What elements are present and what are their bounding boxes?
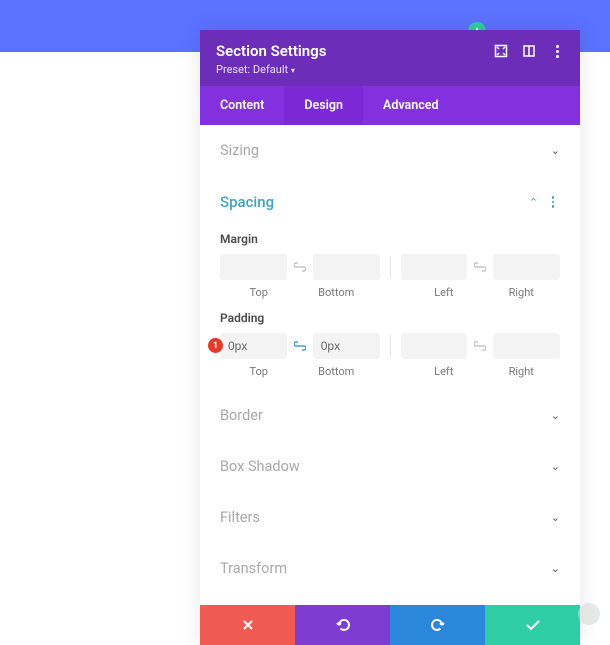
margin-left-input[interactable]	[401, 254, 468, 280]
chevron-up-icon: ⌃	[529, 196, 538, 209]
margin-row	[220, 254, 560, 280]
link-icon-active[interactable]	[291, 341, 309, 351]
divider	[390, 256, 391, 278]
margin-right-input[interactable]	[493, 254, 560, 280]
chevron-down-icon: ⌄	[551, 562, 560, 575]
chat-bubble-icon[interactable]	[578, 603, 600, 625]
padding-bottom-input[interactable]	[313, 333, 380, 359]
tab-content[interactable]: Content	[200, 86, 284, 125]
padding-right-input[interactable]	[493, 333, 560, 359]
link-icon[interactable]	[291, 262, 309, 272]
group-filters[interactable]: Filters ⌄	[220, 492, 560, 543]
margin-bottom-input[interactable]	[313, 254, 380, 280]
group-menu-icon[interactable]	[546, 195, 560, 209]
menu-icon[interactable]	[550, 44, 564, 58]
margin-label: Margin	[220, 232, 560, 246]
tab-design[interactable]: Design	[284, 86, 363, 125]
padding-row: 1	[220, 333, 560, 359]
padding-left-input[interactable]	[401, 333, 468, 359]
redo-button[interactable]	[390, 605, 485, 645]
tab-advanced[interactable]: Advanced	[363, 86, 459, 125]
panel-title: Section Settings	[216, 42, 326, 60]
group-sizing[interactable]: Sizing ⌄	[220, 125, 560, 176]
group-spacing[interactable]: Spacing ⌃	[220, 176, 560, 228]
group-border[interactable]: Border ⌄	[220, 390, 560, 441]
redo-icon	[430, 618, 446, 632]
close-button[interactable]	[200, 605, 295, 645]
panel-header: Section Settings Preset: Default	[200, 30, 580, 86]
margin-top-input[interactable]	[220, 254, 287, 280]
margin-labels: Top Bottom Left Right	[220, 286, 560, 299]
link-icon[interactable]	[471, 262, 489, 272]
group-box-shadow[interactable]: Box Shadow ⌄	[220, 441, 560, 492]
close-icon	[241, 618, 255, 632]
divider	[390, 335, 391, 357]
group-animation[interactable]: Animation ⌄	[220, 594, 560, 605]
expand-icon[interactable]	[494, 44, 508, 58]
settings-panel: Section Settings Preset: Default Content…	[200, 30, 580, 645]
check-icon	[525, 619, 541, 631]
tabs: Content Design Advanced	[200, 86, 580, 125]
link-icon[interactable]	[471, 341, 489, 351]
drag-icon[interactable]	[522, 44, 536, 58]
group-transform[interactable]: Transform ⌄	[220, 543, 560, 594]
chevron-down-icon: ⌄	[551, 409, 560, 422]
save-button[interactable]	[485, 605, 580, 645]
undo-button[interactable]	[295, 605, 390, 645]
chevron-down-icon: ⌄	[551, 460, 560, 473]
chevron-down-icon: ⌄	[551, 511, 560, 524]
preset-dropdown[interactable]: Preset: Default	[216, 63, 326, 76]
undo-icon	[335, 618, 351, 632]
padding-label: Padding	[220, 311, 560, 325]
step-badge: 1	[208, 338, 223, 353]
panel-footer	[200, 605, 580, 645]
spacing-content: Margin Top	[220, 232, 560, 378]
panel-body: Sizing ⌄ Spacing ⌃ Margin	[200, 125, 580, 605]
padding-top-input[interactable]	[220, 333, 287, 359]
padding-labels: Top Bottom Left Right	[220, 365, 560, 378]
chevron-down-icon: ⌄	[551, 144, 560, 157]
